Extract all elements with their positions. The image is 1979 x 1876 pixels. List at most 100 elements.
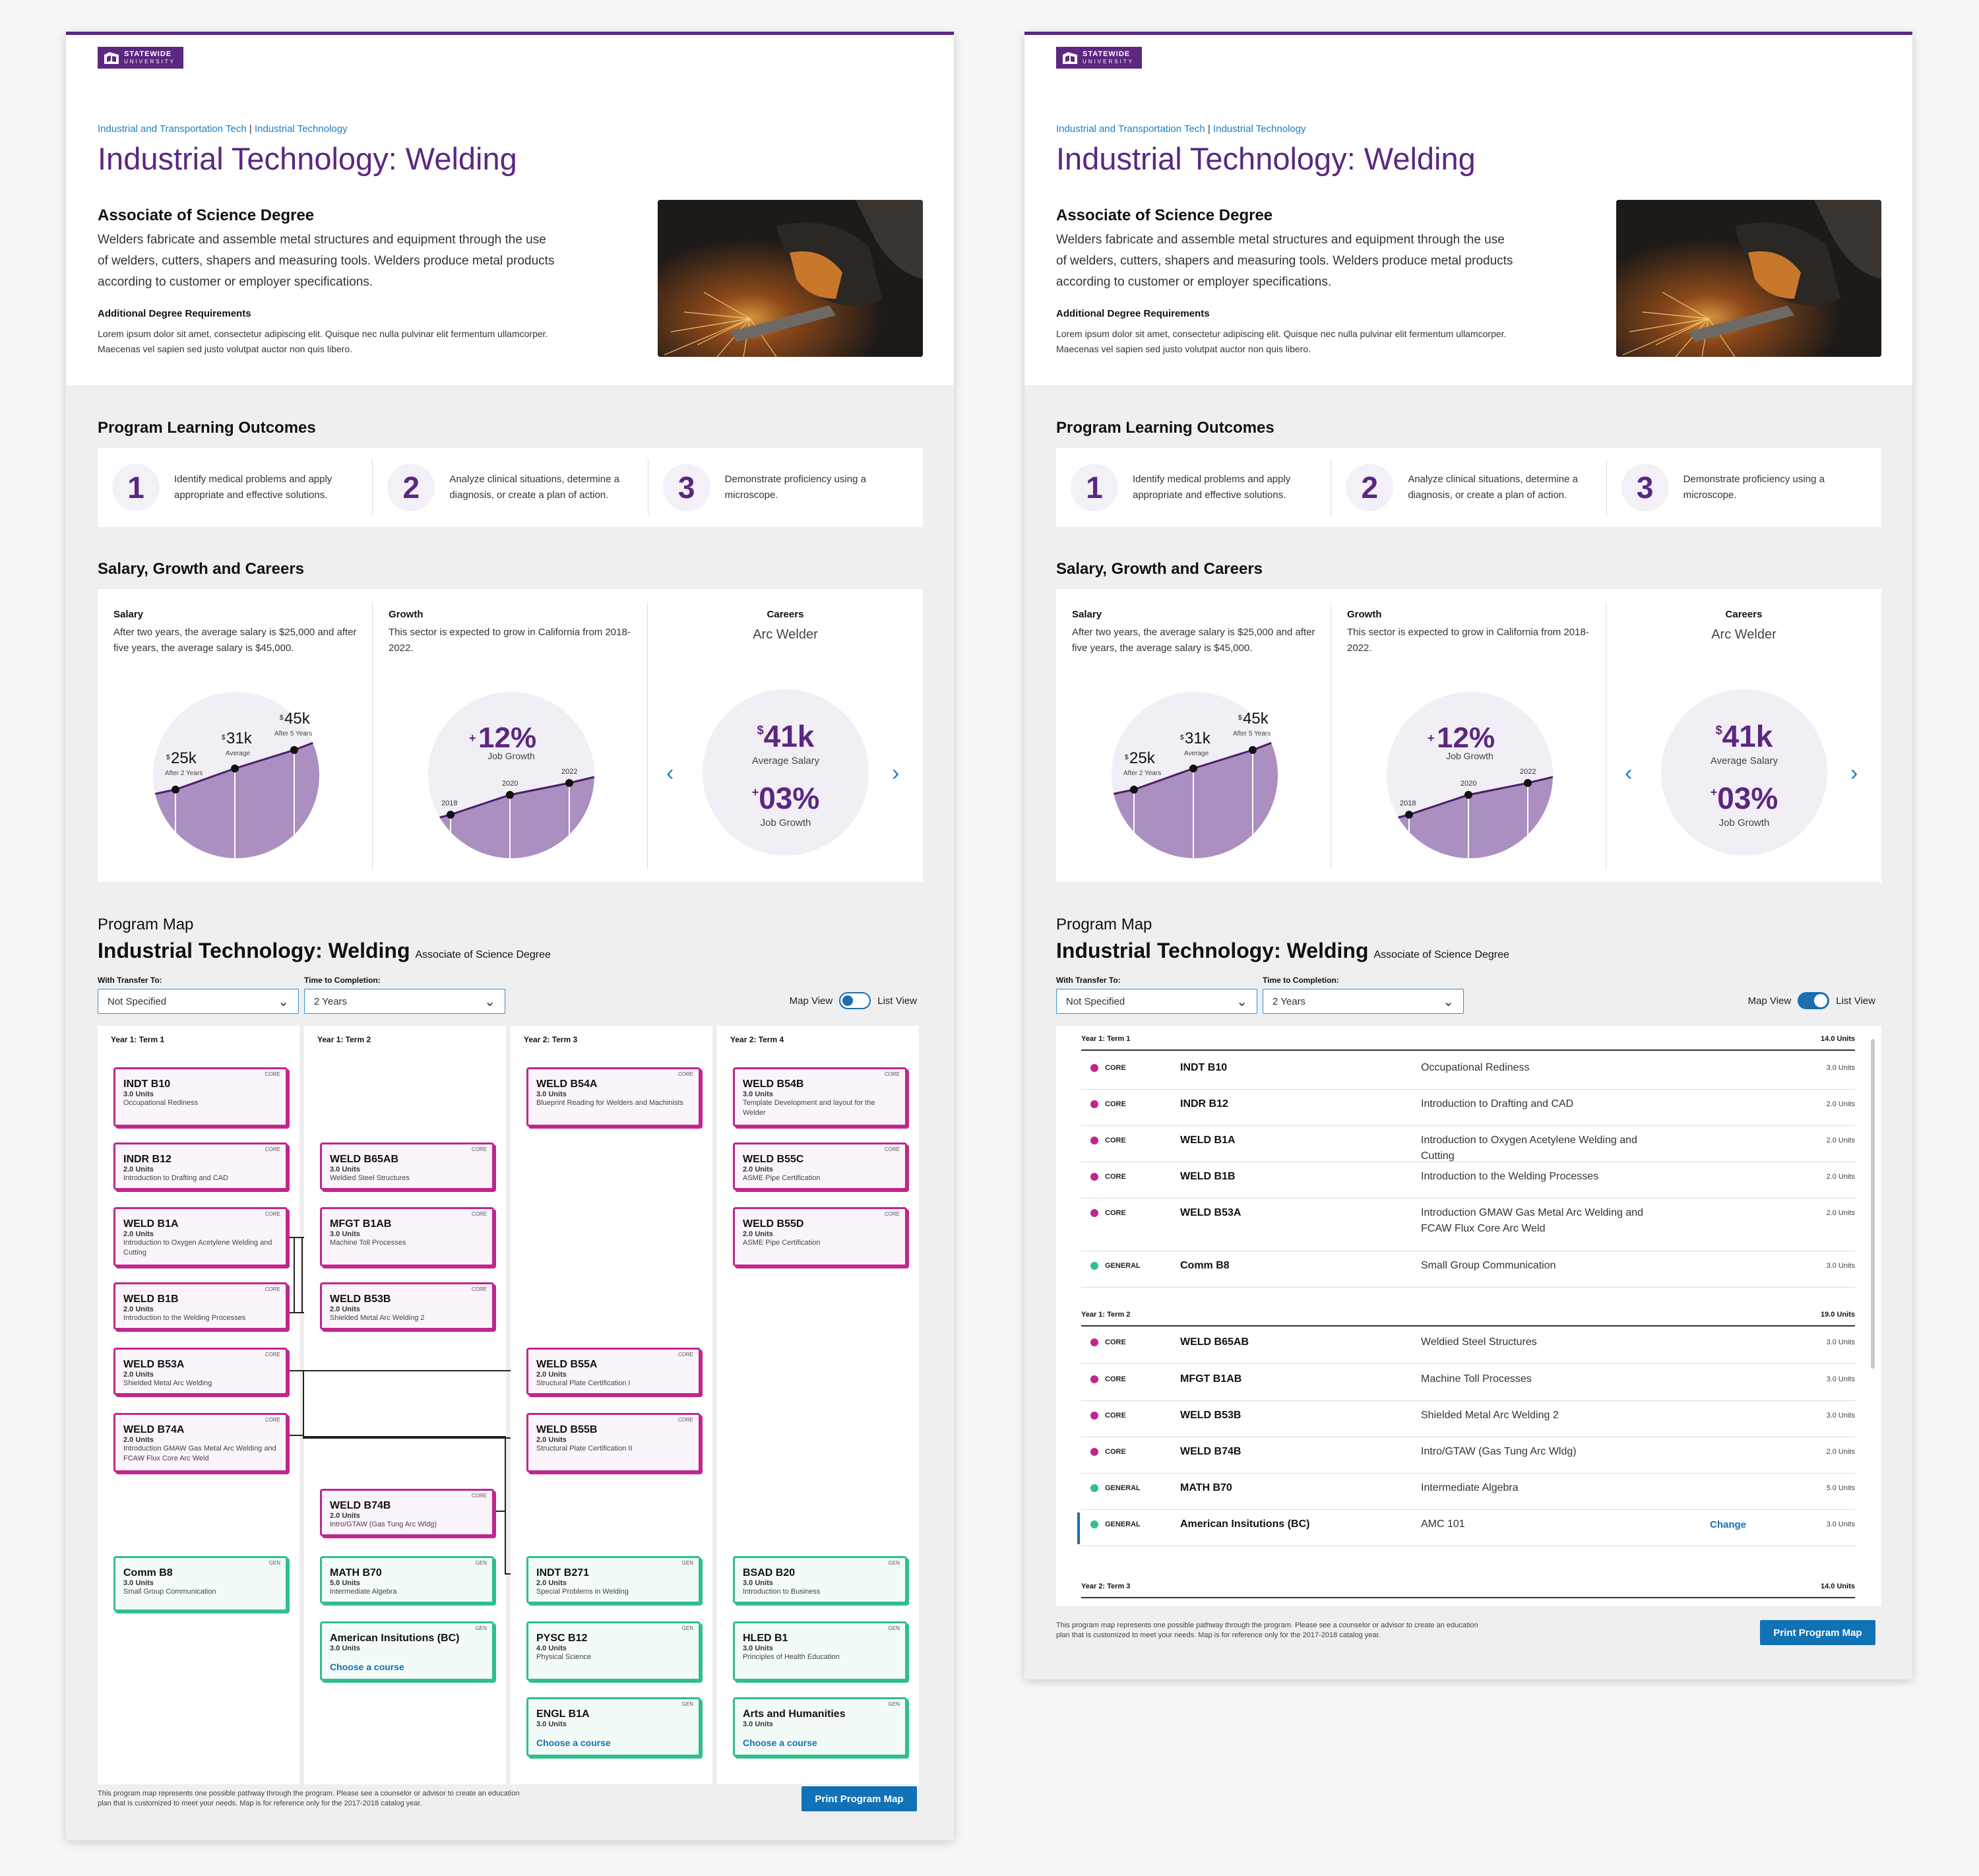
print-program-map-button[interactable]: Print Program Map bbox=[801, 1786, 917, 1811]
transfer-select[interactable]: Not Specified ⌄ bbox=[98, 989, 299, 1014]
career-title: Arc Welder bbox=[1711, 627, 1776, 642]
course-card[interactable]: CORE WELD B65AB 3.0 Units Weldied Steel Str… bbox=[320, 1142, 494, 1190]
course-card[interactable]: GEN HLED B1 3.0 Units Principles of Health … bbox=[733, 1621, 907, 1681]
list-row[interactable]: GENERAL American Insitutions (BC) AMC 101 3… bbox=[1081, 1510, 1855, 1546]
course-card[interactable]: GEN American Insitutions (BC) 3.0 Units Cho… bbox=[320, 1621, 494, 1681]
list-row[interactable]: CORE WELD B1A Introduction to Oxygen Acety… bbox=[1081, 1126, 1855, 1162]
chevron-right-icon[interactable]: › bbox=[1850, 761, 1858, 786]
additional-requirements-heading: Additional Degree Requirements bbox=[98, 308, 251, 319]
print-program-map-button[interactable]: Print Program Map bbox=[1760, 1620, 1875, 1645]
scrollbar[interactable] bbox=[1871, 1039, 1875, 1369]
breadcrumb-link-2[interactable]: Industrial Technology bbox=[1213, 123, 1306, 135]
course-name: Introduction GMAW Gas Metal Arc Welding … bbox=[123, 1445, 276, 1462]
course-card[interactable]: CORE WELD B1A 2.0 Units Introduction to Oxy… bbox=[113, 1207, 288, 1266]
course-card[interactable]: CORE WELD B54A 3.0 Units Blueprint Reading … bbox=[526, 1067, 701, 1127]
map-view-label[interactable]: Map View bbox=[1748, 995, 1792, 1007]
list-row[interactable]: COREWELD B54ABlueprint Reading for Welde… bbox=[1081, 1600, 1855, 1606]
course-card[interactable]: CORE WELD B53B 2.0 Units Shielded Metal Arc… bbox=[320, 1282, 494, 1330]
course-name: AMC 101 bbox=[1421, 1518, 1465, 1530]
course-type-tag: CORE bbox=[265, 1146, 280, 1152]
choose-course-link[interactable]: Choose a course bbox=[536, 1737, 691, 1748]
breadcrumb-link-2[interactable]: Industrial Technology bbox=[255, 123, 348, 135]
course-units: 3.0 Units bbox=[743, 1644, 773, 1652]
course-type-tag: GEN bbox=[888, 1625, 900, 1631]
course-card[interactable]: GEN PYSC B12 4.0 Units Physical Science bbox=[526, 1621, 701, 1681]
course-card[interactable]: GEN BSAD B20 3.0 Units Introduction to Busi… bbox=[733, 1556, 907, 1604]
course-card[interactable]: GEN Comm B8 3.0 Units Small Group Communica… bbox=[113, 1556, 288, 1611]
course-card[interactable]: CORE WELD B55B 2.0 Units Structural Plate C… bbox=[526, 1413, 701, 1472]
growth-column: Growth This sector is expected to grow i… bbox=[1331, 602, 1606, 869]
course-card[interactable]: GEN MATH B70 5.0 Units Intermediate Algebra bbox=[320, 1556, 494, 1604]
course-card[interactable]: CORE WELD B1B 2.0 Units Introduction to the… bbox=[113, 1282, 288, 1330]
course-type-tag: CORE bbox=[471, 1286, 487, 1292]
list-row[interactable]: CORE WELD B53A Introduction GMAW Gas Metal… bbox=[1081, 1199, 1855, 1251]
course-card[interactable]: CORE WELD B53A 2.0 Units Shielded Metal Arc… bbox=[113, 1348, 288, 1395]
time-select[interactable]: 2 Years ⌄ bbox=[304, 989, 505, 1014]
list-row[interactable]: CORE WELD B65AB Weldied Steel Structures 3.… bbox=[1081, 1328, 1855, 1364]
course-type-dot bbox=[1090, 1412, 1098, 1420]
list-row[interactable]: GENERAL Comm B8 Small Group Communication 3… bbox=[1081, 1251, 1855, 1288]
growth-year-3: 2022 bbox=[561, 768, 577, 776]
change-course-link[interactable]: Change bbox=[1710, 1519, 1746, 1530]
course-type-tag: GEN bbox=[475, 1625, 487, 1631]
time-label: Time to Completion: bbox=[1263, 976, 1339, 985]
list-row[interactable]: CORE INDT B10 Occupational Rediness 3.0 Uni… bbox=[1081, 1053, 1855, 1090]
university-logo[interactable]: STATEWIDE UNIVERSITY bbox=[98, 47, 183, 69]
course-card[interactable]: CORE INDT B10 3.0 Units Occupational Redine… bbox=[113, 1067, 288, 1127]
career-salary-label: Average Salary bbox=[1710, 755, 1778, 766]
course-units: 3.0 Units bbox=[1826, 1520, 1855, 1528]
course-code: INDR B12 bbox=[1180, 1098, 1228, 1110]
view-toggle-switch[interactable] bbox=[1798, 992, 1830, 1009]
list-view-label[interactable]: List View bbox=[877, 995, 917, 1007]
course-name: Introduction to Business bbox=[743, 1588, 821, 1596]
list-row[interactable]: CORE WELD B1B Introduction to the Welding … bbox=[1081, 1162, 1855, 1199]
svg-text:$: $ bbox=[1238, 714, 1242, 722]
choose-course-link[interactable]: Choose a course bbox=[743, 1737, 897, 1748]
time-select[interactable]: 2 Years ⌄ bbox=[1263, 989, 1464, 1014]
course-card[interactable]: CORE MFGT B1AB 3.0 Units Machine Toll Proce… bbox=[320, 1207, 494, 1266]
course-card[interactable]: CORE WELD B74A 2.0 Units Introduction GMAW … bbox=[113, 1413, 288, 1472]
growth-year-2: 2020 bbox=[502, 780, 518, 788]
course-list[interactable]: Year 1: Term 1 14.0 Units Year 1: Term 2 19… bbox=[1056, 1026, 1881, 1606]
course-code: INDT B271 bbox=[536, 1567, 590, 1579]
course-card[interactable]: CORE WELD B74B 2.0 Units Intro/GTAW (Gas Tu… bbox=[320, 1489, 494, 1536]
list-row[interactable]: GENERAL MATH B70 Intermediate Algebra 5.0 U… bbox=[1081, 1474, 1855, 1510]
chevron-left-icon[interactable]: ‹ bbox=[1625, 761, 1632, 786]
university-logo[interactable]: STATEWIDE UNIVERSITY bbox=[1056, 47, 1142, 69]
course-card[interactable]: CORE WELD B55D 2.0 Units ASME Pipe Certific… bbox=[733, 1207, 907, 1266]
logo-name: STATEWIDE bbox=[124, 49, 172, 58]
course-card[interactable]: CORE INDR B12 2.0 Units Introduction to Dra… bbox=[113, 1142, 288, 1190]
sgc-heading: Salary, Growth and Careers bbox=[98, 560, 305, 578]
list-row[interactable]: CORE WELD B74B Intro/GTAW (Gas Tung Arc Wl… bbox=[1081, 1437, 1855, 1474]
course-card[interactable]: CORE WELD B55C 2.0 Units ASME Pipe Certific… bbox=[733, 1142, 907, 1190]
course-code: American Insitutions (BC) bbox=[330, 1633, 460, 1644]
salary-point-1-label: After 2 Years bbox=[1123, 770, 1161, 777]
course-card[interactable]: GEN INDT B271 2.0 Units Special Problems in… bbox=[526, 1556, 701, 1604]
view-toggle-switch[interactable] bbox=[839, 992, 871, 1009]
salary-point-3-value: 45k bbox=[1243, 710, 1269, 728]
map-view-label[interactable]: Map View bbox=[790, 995, 833, 1007]
course-card[interactable]: GEN Arts and Humanities 3.0 Units Choose a … bbox=[733, 1697, 907, 1757]
list-view-label[interactable]: List View bbox=[1836, 995, 1875, 1007]
course-code: ENGL B1A bbox=[536, 1708, 590, 1720]
course-card[interactable]: CORE WELD B54B 3.0 Units Template Developme… bbox=[733, 1067, 907, 1127]
course-units: 2.0 Units bbox=[1826, 1448, 1855, 1456]
transfer-select[interactable]: Not Specified ⌄ bbox=[1056, 989, 1257, 1014]
course-card[interactable]: CORE WELD B55A 2.0 Units Structural Plate C… bbox=[526, 1348, 701, 1395]
career-title: Arc Welder bbox=[753, 627, 818, 642]
course-units: 2.0 Units bbox=[1826, 1100, 1855, 1108]
breadcrumb-link-1[interactable]: Industrial and Transportation Tech bbox=[98, 123, 247, 135]
list-row[interactable]: CORE WELD B53B Shielded Metal Arc Welding … bbox=[1081, 1401, 1855, 1437]
outcome-item: 1 Identify medical problems and apply app… bbox=[98, 460, 373, 515]
salary-point-1-label: After 2 Years bbox=[165, 770, 203, 777]
breadcrumb-link-1[interactable]: Industrial and Transportation Tech bbox=[1056, 123, 1205, 135]
course-card[interactable]: GEN ENGL B1A 3.0 Units Choose a course bbox=[526, 1697, 701, 1757]
chevron-right-icon[interactable]: › bbox=[892, 761, 899, 786]
list-row[interactable]: CORE INDR B12 Introduction to Drafting and… bbox=[1081, 1090, 1855, 1126]
course-type-tag: GEN bbox=[681, 1560, 693, 1566]
term-heading: Year 1: Term 1 bbox=[111, 1035, 165, 1044]
list-row[interactable]: CORE MFGT B1AB Machine Toll Processes 3.0 U… bbox=[1081, 1365, 1855, 1401]
chevron-left-icon[interactable]: ‹ bbox=[666, 761, 674, 786]
outcome-number: 1 bbox=[1071, 464, 1118, 511]
choose-course-link[interactable]: Choose a course bbox=[330, 1662, 484, 1672]
